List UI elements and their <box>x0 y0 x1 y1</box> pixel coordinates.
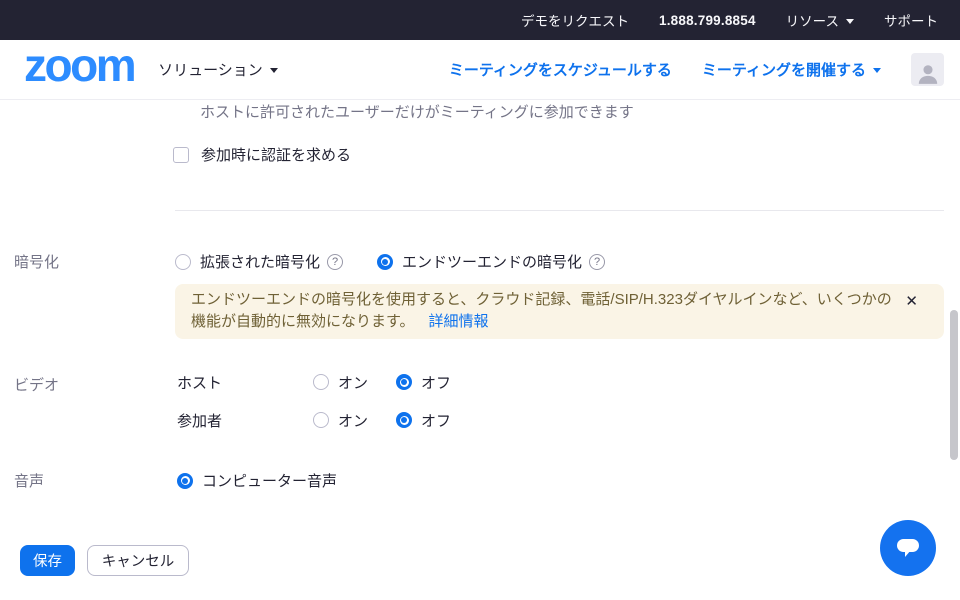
video-participant-label: 参加者 <box>177 410 313 431</box>
help-icon[interactable]: ? <box>327 254 343 270</box>
host-meeting-label: ミーティングを開催する <box>702 62 866 79</box>
require-auth-checkbox[interactable] <box>173 147 189 163</box>
host-video-on-label: オン <box>338 372 368 393</box>
solutions-menu[interactable]: ソリューション <box>158 59 278 80</box>
e2e-encryption-radio[interactable] <box>377 254 393 270</box>
close-icon[interactable]: ✕ <box>905 294 918 309</box>
require-auth-label: 参加時に認証を求める <box>201 144 351 165</box>
video-rows: ホスト オン オフ 参加者 オン オフ <box>177 363 451 439</box>
resources-menu[interactable]: リソース <box>786 10 854 30</box>
request-demo-link[interactable]: デモをリクエスト <box>521 10 629 30</box>
phone-number-link[interactable]: 1.888.799.8854 <box>659 13 756 28</box>
host-meeting-menu[interactable]: ミーティングを開催する <box>702 59 881 80</box>
encryption-section-label: 暗号化 <box>14 251 59 272</box>
zoom-meeting-settings-page: デモをリクエスト 1.888.799.8854 リソース サポート zoom ソ… <box>0 0 960 600</box>
cancel-button[interactable]: キャンセル <box>87 545 189 576</box>
topbar: デモをリクエスト 1.888.799.8854 リソース サポート <box>0 0 960 40</box>
enhanced-encryption-option: 拡張された暗号化 ? <box>175 251 343 272</box>
main-header: zoom ソリューション ミーティングをスケジュールする ミーティングを開催する <box>0 40 960 100</box>
encryption-options: 拡張された暗号化 ? エンドツーエンドの暗号化 ? <box>175 251 605 272</box>
enhanced-encryption-radio[interactable] <box>175 254 191 270</box>
avatar[interactable] <box>911 53 944 86</box>
chat-bubble-button[interactable] <box>880 520 936 576</box>
host-video-off-radio[interactable] <box>396 374 412 390</box>
e2e-warning-banner: エンドツーエンドの暗号化を使用すると、クラウド記録、電話/SIP/H.323ダイ… <box>175 284 944 339</box>
zoom-logo[interactable]: zoom <box>24 45 134 94</box>
video-host-row: ホスト オン オフ <box>177 363 451 401</box>
user-icon <box>915 60 941 86</box>
participant-video-off-label: オフ <box>421 410 451 431</box>
video-section-label: ビデオ <box>14 374 59 395</box>
speech-bubble-icon <box>896 538 920 559</box>
video-participant-row: 参加者 オン オフ <box>177 401 451 439</box>
e2e-encryption-label: エンドツーエンドの暗号化 <box>402 251 582 272</box>
learn-more-link[interactable]: 詳細情報 <box>429 313 489 330</box>
participant-video-on-label: オン <box>338 410 368 431</box>
participant-video-on-radio[interactable] <box>313 412 329 428</box>
waiting-room-note: ホストに許可されたユーザーだけがミーティングに参加できます <box>200 101 634 122</box>
e2e-encryption-option: エンドツーエンドの暗号化 ? <box>377 251 605 272</box>
require-auth-row: 参加時に認証を求める <box>173 144 351 165</box>
resources-label: リソース <box>786 14 839 29</box>
chevron-down-icon <box>270 68 278 73</box>
chevron-down-icon <box>846 19 854 24</box>
e2e-warning-text: エンドツーエンドの暗号化を使用すると、クラウド記録、電話/SIP/H.323ダイ… <box>191 291 892 330</box>
solutions-label: ソリューション <box>158 62 263 79</box>
chevron-down-icon <box>873 68 881 73</box>
computer-audio-label: コンピューター音声 <box>202 470 337 491</box>
help-icon[interactable]: ? <box>589 254 605 270</box>
host-video-on-radio[interactable] <box>313 374 329 390</box>
schedule-meeting-link[interactable]: ミーティングをスケジュールする <box>449 59 672 80</box>
section-divider <box>175 210 944 211</box>
support-link[interactable]: サポート <box>884 10 938 30</box>
save-button[interactable]: 保存 <box>20 545 75 576</box>
header-actions: ミーティングをスケジュールする ミーティングを開催する <box>449 53 960 86</box>
computer-audio-radio[interactable] <box>177 473 193 489</box>
vertical-scrollbar[interactable] <box>950 310 958 460</box>
participant-video-off-radio[interactable] <box>396 412 412 428</box>
audio-option-row: コンピューター音声 <box>177 470 337 491</box>
audio-section-label: 音声 <box>14 470 44 491</box>
host-video-off-label: オフ <box>421 372 451 393</box>
video-host-label: ホスト <box>177 372 313 393</box>
enhanced-encryption-label: 拡張された暗号化 <box>200 251 320 272</box>
